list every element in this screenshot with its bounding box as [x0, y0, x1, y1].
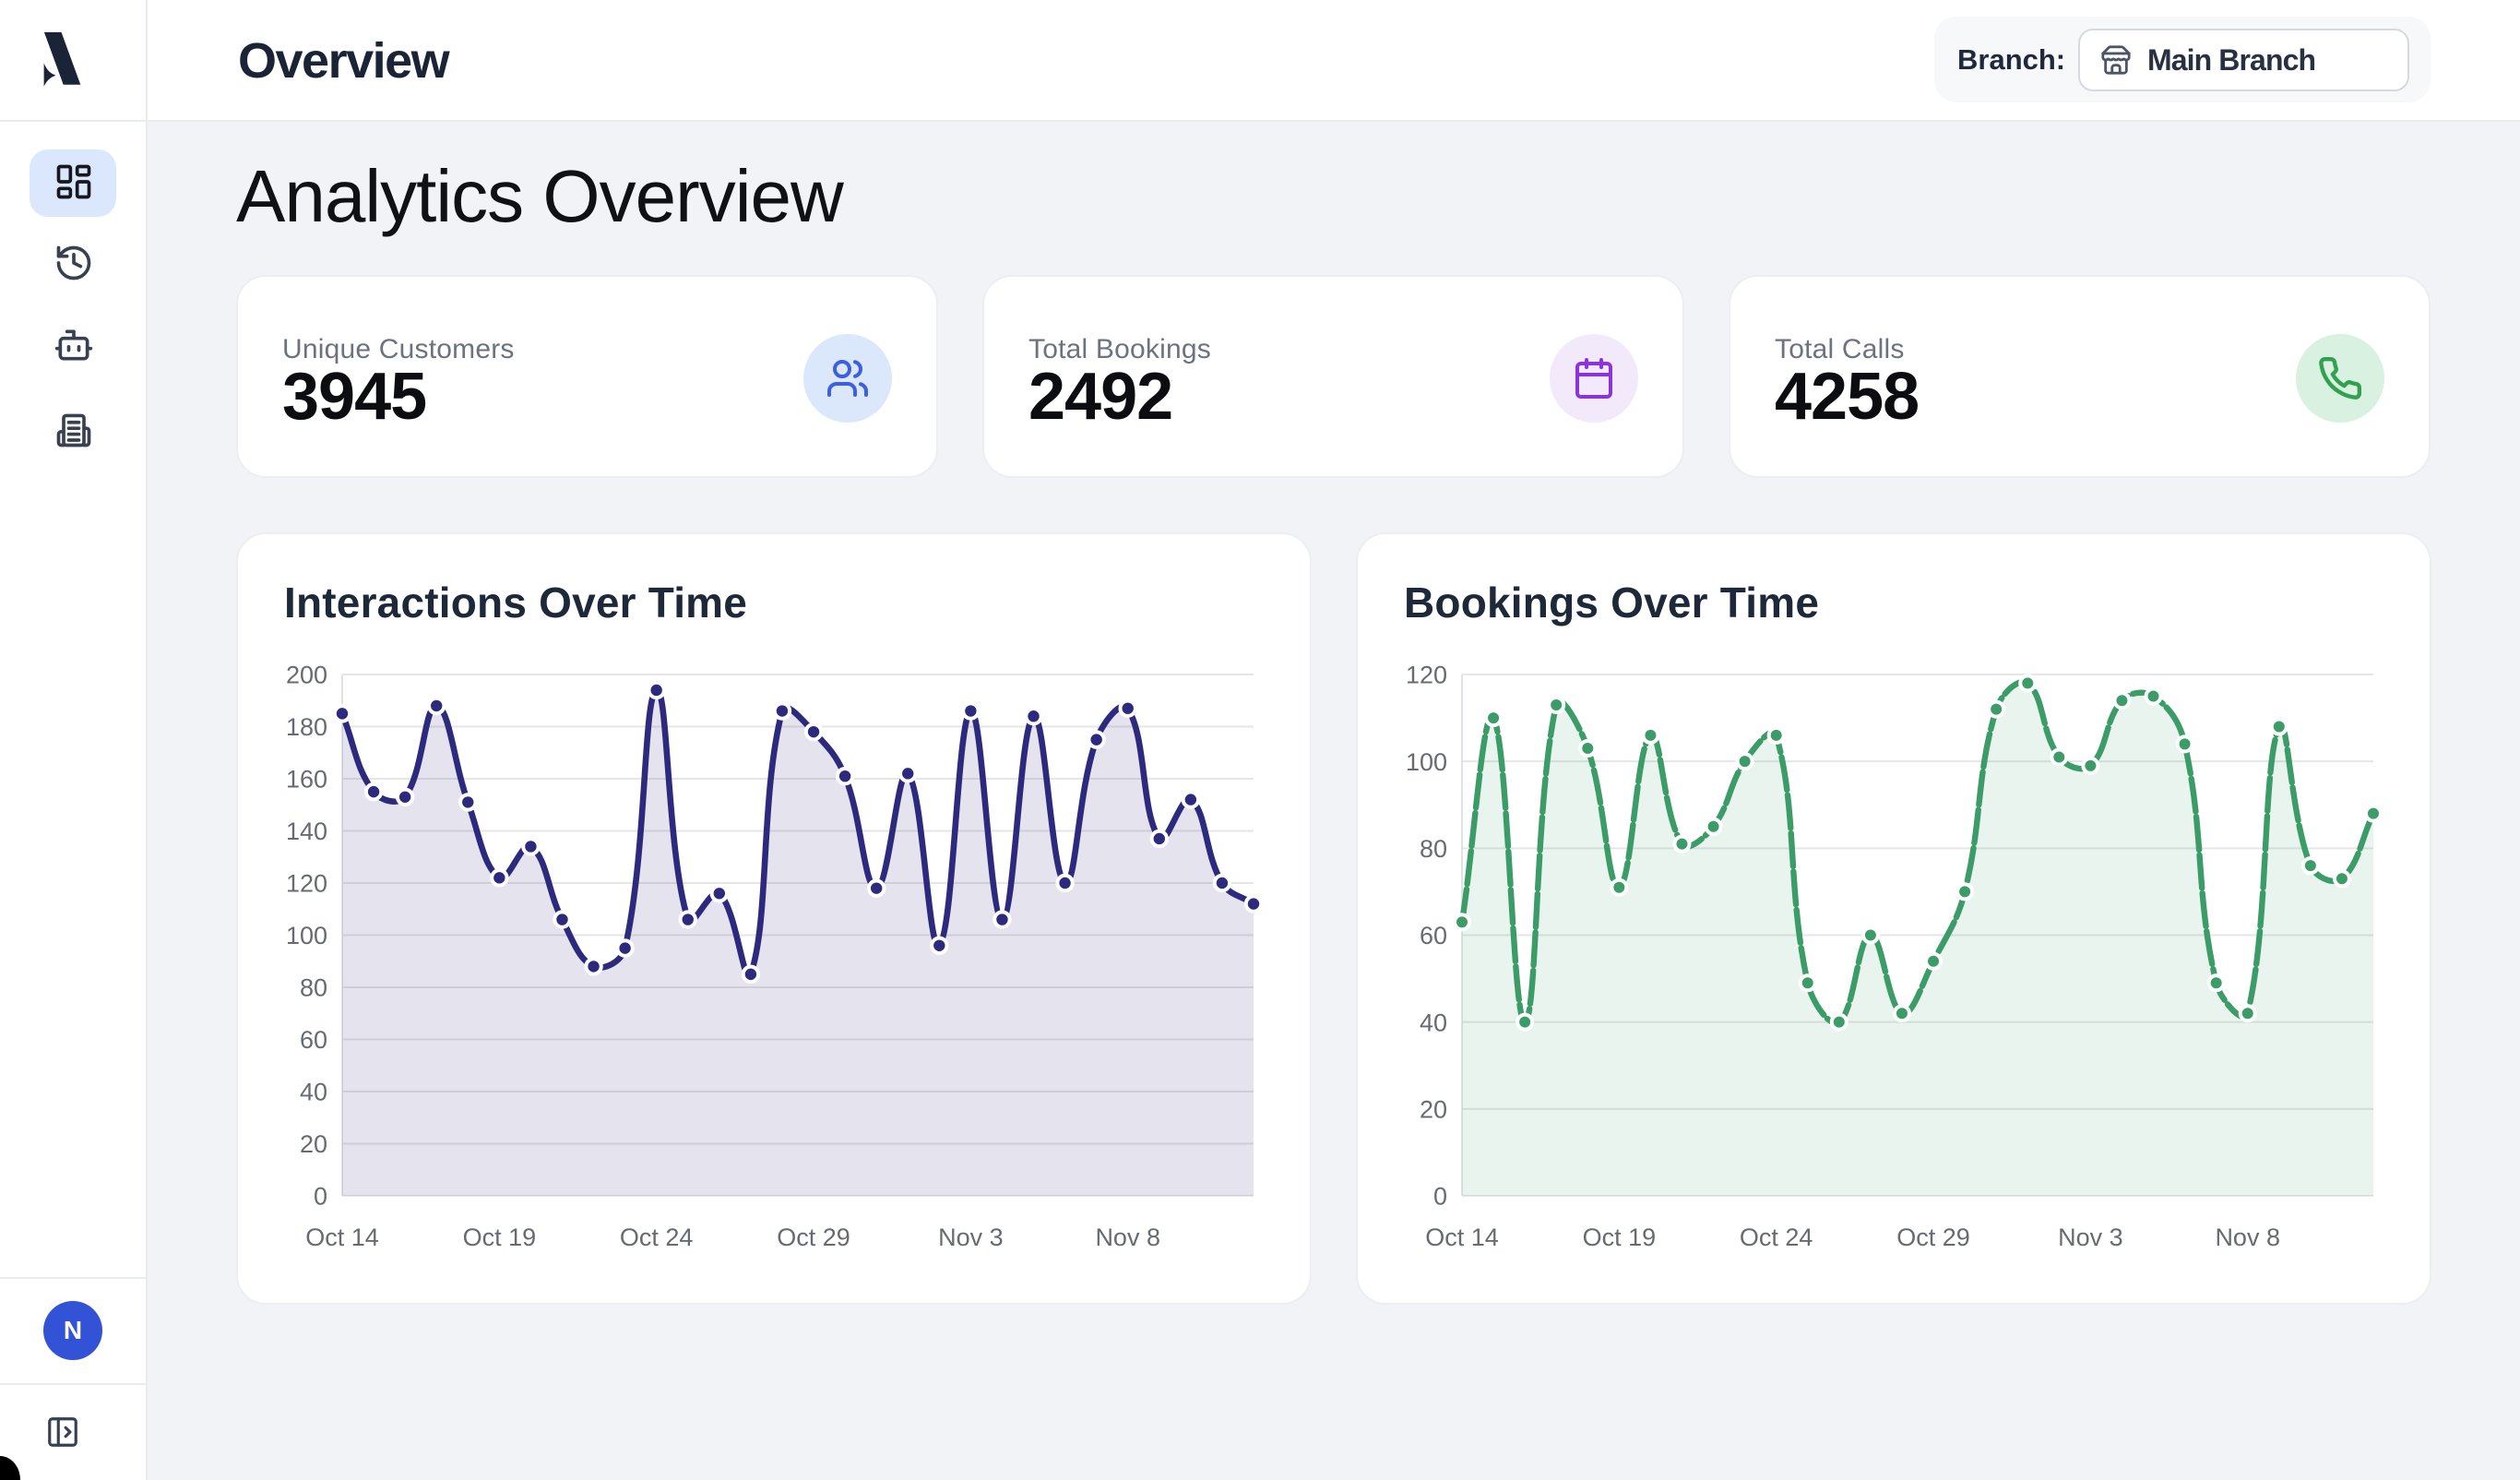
svg-text:60: 60 [1420, 922, 1447, 949]
svg-text:20: 20 [1420, 1095, 1447, 1123]
svg-text:100: 100 [1406, 748, 1447, 776]
svg-text:80: 80 [1420, 835, 1447, 863]
svg-text:Oct 14: Oct 14 [1425, 1223, 1499, 1251]
svg-text:40: 40 [1420, 1009, 1447, 1036]
svg-text:Oct 24: Oct 24 [620, 1223, 694, 1251]
svg-text:100: 100 [286, 922, 327, 949]
svg-text:Nov 3: Nov 3 [2058, 1223, 2123, 1251]
svg-text:Oct 24: Oct 24 [1740, 1223, 1813, 1251]
svg-text:180: 180 [286, 713, 327, 741]
svg-text:200: 200 [286, 662, 327, 689]
svg-text:80: 80 [300, 974, 327, 1002]
svg-text:Oct 19: Oct 19 [1583, 1223, 1657, 1251]
svg-text:Oct 14: Oct 14 [305, 1223, 379, 1251]
svg-text:Nov 8: Nov 8 [2215, 1223, 2280, 1251]
svg-text:Nov 8: Nov 8 [1095, 1223, 1160, 1251]
svg-text:Oct 29: Oct 29 [777, 1223, 850, 1251]
svg-text:60: 60 [300, 1026, 327, 1054]
svg-text:Oct 29: Oct 29 [1896, 1223, 1970, 1251]
svg-text:140: 140 [286, 818, 327, 845]
svg-text:Nov 3: Nov 3 [938, 1223, 1004, 1251]
svg-text:Oct 19: Oct 19 [463, 1223, 537, 1251]
svg-text:120: 120 [1406, 662, 1447, 689]
svg-text:20: 20 [300, 1130, 327, 1158]
svg-text:40: 40 [300, 1079, 327, 1106]
svg-text:0: 0 [1433, 1183, 1447, 1211]
svg-text:0: 0 [314, 1183, 327, 1211]
svg-text:160: 160 [286, 766, 327, 794]
svg-text:120: 120 [286, 870, 327, 898]
